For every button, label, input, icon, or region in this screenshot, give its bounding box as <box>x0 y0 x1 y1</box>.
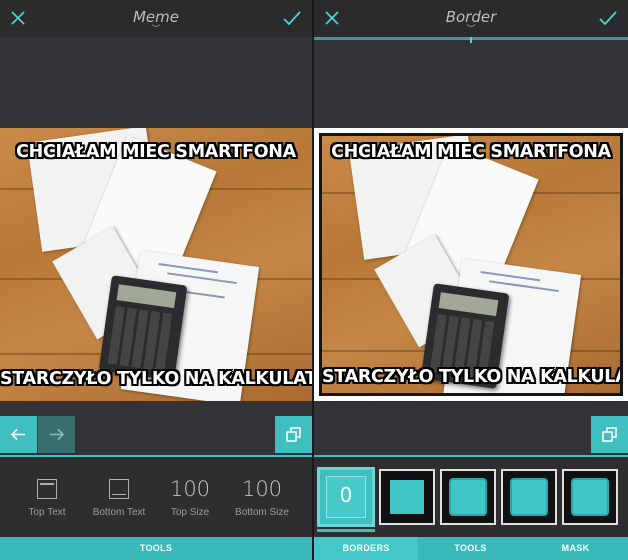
border-panel: Border ︶ CHCIAŁAM MIEC SMARTFONA STARCZY… <box>314 0 628 560</box>
border-option-none[interactable]: 0 <box>317 467 375 527</box>
undo-button[interactable] <box>0 416 37 453</box>
receipt-line <box>167 272 237 285</box>
tab-tools[interactable]: TOOLS <box>418 537 523 560</box>
check-icon[interactable] <box>282 9 302 27</box>
receipt-line <box>489 280 559 293</box>
meme-top-text: CHCIAŁAM MIEC SMARTFONA <box>331 142 611 162</box>
selection-indicator <box>317 529 375 532</box>
top-size-value: 100 <box>169 477 211 501</box>
top-text-tool[interactable]: Top Text <box>12 457 82 537</box>
tool-label: Bottom Size <box>235 507 289 518</box>
meme-top-text[interactable]: CHCIAŁAM MIEC SMARTFONA <box>0 142 312 162</box>
arrow-left-icon <box>10 428 25 441</box>
calculator-screen <box>116 284 177 309</box>
tool-label: Top Size <box>170 507 210 518</box>
bottom-tab-bar: TOOLS <box>0 537 312 560</box>
check-icon[interactable] <box>598 9 618 27</box>
meme-bottom-text: STARCZYŁO TYLKO NA KALKULATOR <box>322 367 620 387</box>
border-option-preview <box>573 480 607 514</box>
bottom-text-tool[interactable]: Bottom Text <box>84 457 154 537</box>
copy-icon <box>286 427 301 442</box>
border-topbar: Border ︶ <box>314 0 628 37</box>
top-size-tool[interactable]: 100 Top Size <box>155 457 225 537</box>
border-option-preview <box>390 480 424 514</box>
tab-mask[interactable]: MASK <box>523 537 628 560</box>
tab-tools[interactable]: TOOLS <box>0 537 312 560</box>
bottom-size-value: 100 <box>241 477 283 501</box>
tool-label: Bottom Text <box>92 507 146 518</box>
meme-bottom-text[interactable]: STARCZYŁO TYLKO NA KALKULATOR <box>0 369 312 389</box>
editor-canvas: CHCIAŁAM MIEC SMARTFONA STARCZYŁO TYLKO … <box>314 37 628 455</box>
redo-button[interactable] <box>38 416 75 453</box>
bottom-tab-bar: BORDERS TOOLS MASK <box>314 537 628 560</box>
tool-label: Top Text <box>28 507 66 518</box>
editor-canvas: CHCIAŁAM MIEC SMARTFONA STARCZYŁO TYLKO … <box>0 37 312 455</box>
bottom-size-tool[interactable]: 100 Bottom Size <box>227 457 297 537</box>
app-root: Meme ︶ CHCIAŁAM MIEC SMARTFONA STARCZYŁO… <box>0 0 628 560</box>
border-option-preview <box>451 480 485 514</box>
copy-icon <box>602 427 617 442</box>
border-option-torn[interactable] <box>562 469 618 525</box>
border-options-strip: 0 <box>314 457 628 537</box>
border-option-preview <box>512 480 546 514</box>
meme-tools-row: Top Text Bottom Text 100 Top Size 100 Bo… <box>0 457 312 537</box>
tab-borders[interactable]: BORDERS <box>314 537 418 560</box>
chevron-down-icon[interactable]: ︶ <box>466 25 476 34</box>
calculator-keys <box>107 306 174 372</box>
chevron-down-icon[interactable]: ︶ <box>151 25 161 34</box>
calculator <box>98 275 188 381</box>
meme-panel: Meme ︶ CHCIAŁAM MIEC SMARTFONA STARCZYŁO… <box>0 0 312 560</box>
slider-handle[interactable] <box>470 37 472 43</box>
compare-button[interactable] <box>275 416 312 453</box>
border-option-square[interactable] <box>379 469 435 525</box>
arrow-right-icon <box>50 428 65 441</box>
border-option-rough[interactable] <box>440 469 496 525</box>
meme-image: CHCIAŁAM MIEC SMARTFONA STARCZYŁO TYLKO … <box>0 128 312 401</box>
meme-topbar: Meme ︶ <box>0 0 312 37</box>
meme-image: CHCIAŁAM MIEC SMARTFONA STARCZYŁO TYLKO … <box>322 136 620 393</box>
calculator-screen <box>438 292 499 317</box>
border-option-value: 0 <box>339 483 353 507</box>
border-option-grunge[interactable] <box>501 469 557 525</box>
bordered-image: CHCIAŁAM MIEC SMARTFONA STARCZYŁO TYLKO … <box>314 128 628 401</box>
top-text-icon <box>37 479 57 499</box>
compare-button[interactable] <box>591 416 628 453</box>
bottom-text-icon <box>109 479 129 499</box>
